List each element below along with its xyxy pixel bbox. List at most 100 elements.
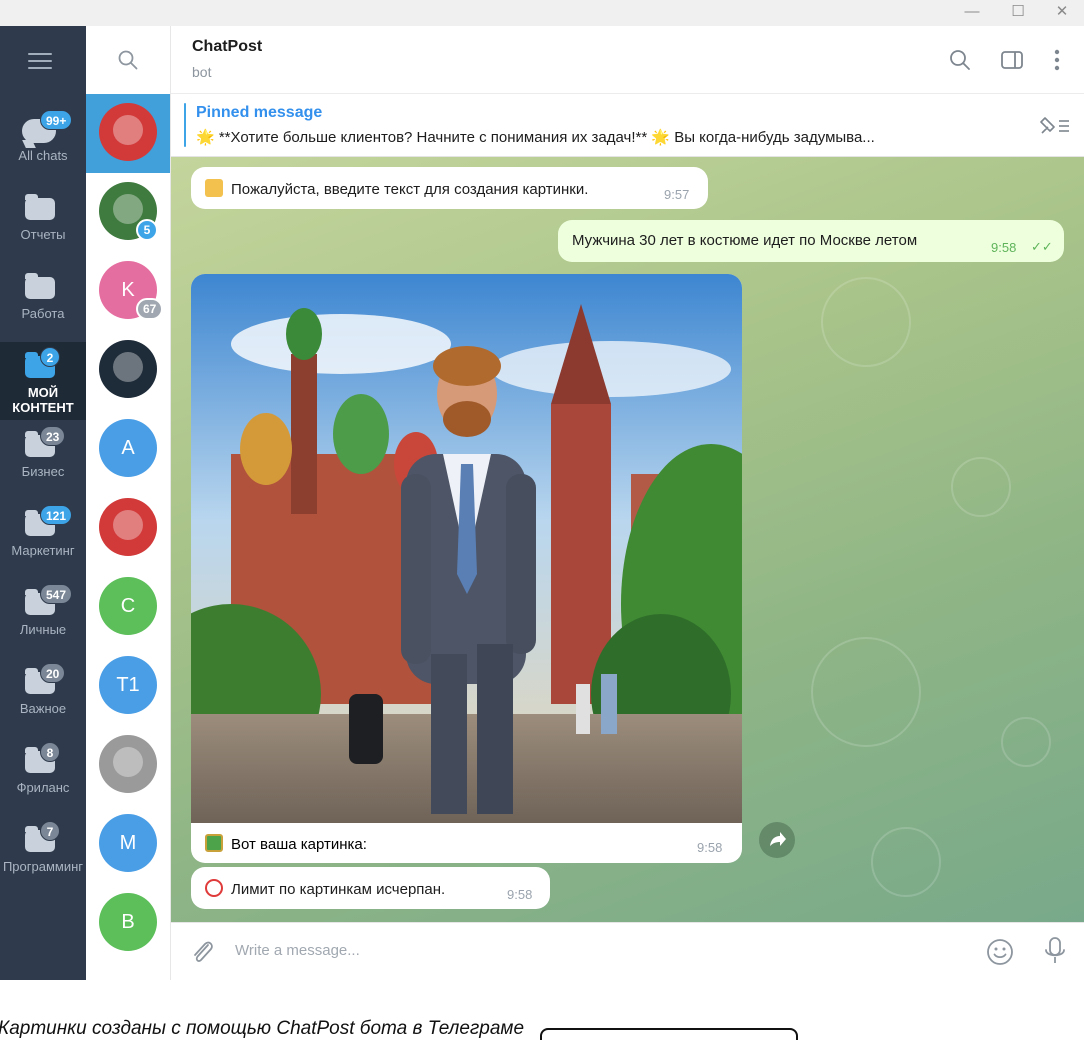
folder-item[interactable]: 23 Бизнес — [0, 421, 86, 499]
message-time: 9:58 — [991, 240, 1017, 255]
chat-list-item[interactable]: B — [86, 884, 170, 963]
microphone-icon[interactable] — [1042, 935, 1068, 967]
emoji-icon[interactable] — [985, 937, 1015, 967]
folder-item[interactable]: Отчеты — [0, 184, 86, 262]
chat-list-item[interactable]: A — [86, 410, 170, 489]
chat-list-item[interactable]: T1 — [86, 647, 170, 726]
chat-list-item[interactable]: 5 — [86, 173, 170, 252]
unread-badge: 7 — [40, 821, 60, 841]
forward-button[interactable] — [759, 822, 795, 858]
unread-badge: 99+ — [40, 110, 73, 130]
generated-image[interactable] — [191, 274, 742, 823]
folder-item[interactable]: 2 МОЙ КОНТЕНТ — [0, 342, 86, 420]
unread-badge: 2 — [40, 347, 60, 367]
message-text: Мужчина 30 лет в костюме идет по Москве … — [572, 232, 918, 249]
red-cat-avatar — [99, 103, 157, 161]
no-entry-emoji-icon — [205, 879, 223, 897]
message-bubble-incoming[interactable]: Лимит по картинкам исчерпан. 9:58 — [191, 867, 550, 909]
robot-avatar — [99, 340, 157, 398]
folder-item[interactable]: 7 Программинг — [0, 816, 86, 894]
chat-list: 5 K 67 A C T1 M B — [86, 26, 171, 980]
more-vertical-icon — [1054, 49, 1060, 71]
memo-emoji-icon — [205, 179, 223, 197]
folder-item[interactable]: 20 Важное — [0, 658, 86, 736]
minimize-button[interactable]: — — [954, 0, 990, 24]
unread-badge: 23 — [40, 426, 66, 446]
chat-title[interactable]: ChatPost — [192, 38, 262, 56]
paperclip-icon[interactable] — [189, 937, 217, 967]
folder-label: Бизнес — [21, 464, 65, 479]
chat-list-item[interactable] — [86, 94, 170, 173]
pinned-title: Pinned message — [196, 104, 323, 121]
folder-label: МОЙ КОНТЕНТ — [12, 385, 74, 415]
folder-icon — [25, 273, 55, 299]
avatar: A — [99, 419, 157, 477]
chat-list-item[interactable] — [86, 331, 170, 410]
panel-icon — [1001, 51, 1023, 69]
menu-icon[interactable] — [28, 53, 52, 69]
close-button[interactable]: ✕ — [1044, 0, 1080, 24]
message-area: Пожалуйста, введите текст для создания к… — [171, 157, 1084, 922]
pinned-indicator — [184, 103, 186, 147]
grey-cat-avatar — [99, 735, 157, 793]
message-composer: Write a message... — [171, 922, 1084, 980]
folder-item[interactable]: 547 Личные — [0, 579, 86, 657]
folder-label: All chats — [18, 148, 68, 163]
maximize-button[interactable]: ☐ — [1000, 0, 1036, 24]
folder-label: Отчеты — [20, 227, 66, 242]
background-doodle — [871, 827, 941, 897]
forward-icon — [770, 832, 786, 846]
folder-item[interactable]: 8 Фриланс — [0, 737, 86, 815]
message-bubble-outgoing[interactable]: Мужчина 30 лет в костюме идет по Москве … — [558, 220, 1064, 262]
unread-badge: 67 — [136, 298, 164, 320]
photo-caption-text: Вот ваша картинка: — [231, 836, 367, 853]
pinned-list-icon[interactable] — [1037, 113, 1073, 139]
unread-badge: 5 — [136, 219, 158, 241]
search-chat-button[interactable] — [946, 46, 974, 74]
chat-list-item[interactable] — [86, 489, 170, 568]
sidebar-toggle-button[interactable] — [998, 46, 1026, 74]
chat-status: bot — [192, 64, 212, 80]
chat-list-item[interactable]: M — [86, 805, 170, 884]
folder-label: Фриланс — [16, 780, 70, 795]
unread-badge: 20 — [40, 663, 66, 683]
message-time: 9:58 — [697, 840, 723, 855]
photo-caption: Вот ваша картинка: — [205, 834, 367, 853]
folder-item[interactable]: Работа — [0, 263, 86, 341]
background-doodle — [821, 277, 911, 367]
chat-list-item[interactable]: C — [86, 568, 170, 647]
photo-message[interactable]: Вот ваша картинка: 9:58 — [191, 274, 742, 863]
pinned-text: 🌟 **Хотите больше клиентов? Начните с по… — [196, 129, 875, 146]
avatar: C — [99, 577, 157, 635]
background-doodle — [811, 637, 921, 747]
avatar: T1 — [99, 656, 157, 714]
unread-badge: 8 — [40, 742, 60, 762]
message-content: Пожалуйста, введите текст для создания к… — [205, 179, 588, 198]
folder-item[interactable]: 121 Маркетинг — [0, 500, 86, 578]
avatar-figure — [113, 115, 143, 145]
avatar-figure — [113, 194, 143, 224]
caption-outline — [540, 1028, 798, 1040]
avatar-figure — [113, 352, 143, 382]
chat-list-item[interactable]: K 67 — [86, 252, 170, 331]
search-icon — [118, 50, 138, 70]
avatar-initials: B — [121, 911, 135, 933]
chat-list-item[interactable] — [86, 726, 170, 805]
message-time: 9:58 — [507, 887, 533, 902]
background-doodle — [951, 457, 1011, 517]
more-options-button[interactable] — [1043, 46, 1071, 74]
avatar-figure — [113, 747, 143, 777]
pinned-message-bar[interactable]: Pinned message 🌟 **Хотите больше клиенто… — [171, 95, 1084, 157]
chat-header: ChatPost bot — [171, 26, 1084, 94]
folder-label: Маркетинг — [11, 543, 75, 558]
avatar-initials: T1 — [116, 674, 140, 696]
avatar: B — [99, 893, 157, 951]
message-time: 9:57 — [664, 187, 690, 202]
message-input[interactable]: Write a message... — [235, 942, 360, 959]
folder-item[interactable]: 99+ All chats — [0, 105, 86, 183]
chat-search-button[interactable] — [86, 26, 170, 94]
avatar-figure — [113, 510, 143, 540]
message-bubble-incoming[interactable]: Пожалуйста, введите текст для создания к… — [191, 167, 708, 209]
image-caption: Картинки созданы с помощью ChatPost бота… — [0, 1018, 525, 1039]
red-cat-avatar — [99, 498, 157, 556]
